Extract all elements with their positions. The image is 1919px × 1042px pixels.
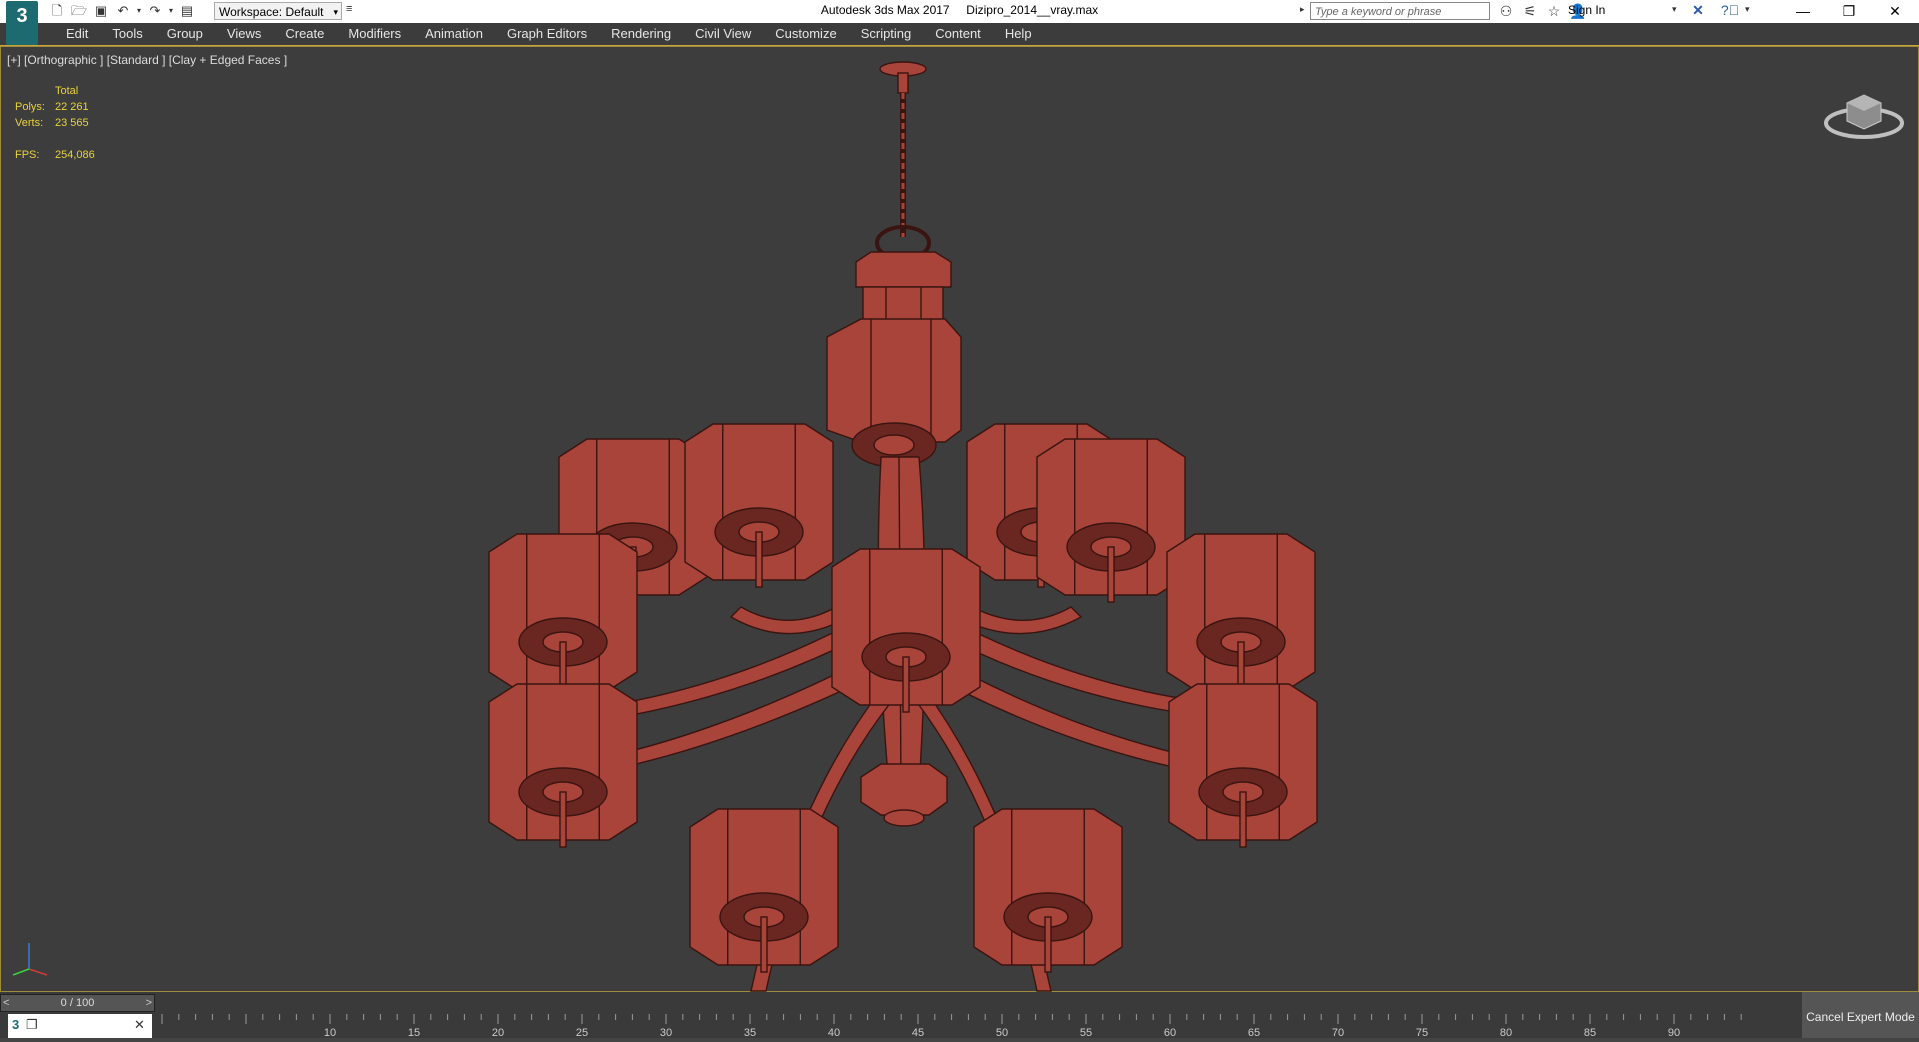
timeline-tick-label: 90 bbox=[1668, 1027, 1680, 1038]
close-small-icon[interactable]: ✕ bbox=[134, 1017, 145, 1033]
quick-access-toolbar: 🗋 🗁 ▣ ↶ ▾ ↷ ▾ ▤ bbox=[46, 2, 198, 20]
menu-item-rendering[interactable]: Rendering bbox=[599, 23, 683, 45]
timeline-tick-label: 10 bbox=[324, 1027, 336, 1038]
next-frame-button[interactable]: > bbox=[146, 995, 152, 1011]
timeline-tick-label: 45 bbox=[912, 1027, 924, 1038]
file-name: Dizipro_2014__vray.max bbox=[966, 3, 1098, 17]
menu-bar: EditToolsGroupViewsCreateModifiersAnimat… bbox=[0, 23, 1919, 46]
new-file-icon[interactable]: 🗋 bbox=[46, 2, 68, 20]
lamp-shade-9 bbox=[690, 809, 838, 972]
menu-item-views[interactable]: Views bbox=[215, 23, 273, 45]
menu-item-modifiers[interactable]: Modifiers bbox=[336, 23, 413, 45]
help-dropdown-icon[interactable]: ▾ bbox=[1745, 4, 1750, 15]
lamp-shade-2 bbox=[685, 424, 833, 587]
timeline-tick-label: 40 bbox=[828, 1027, 840, 1038]
title-bar: 3 🗋 🗁 ▣ ↶ ▾ ↷ ▾ ▤ Workspace: Default ▾ ≡… bbox=[0, 0, 1919, 23]
perspective-viewport[interactable]: [+] [Orthographic ] [Standard ] [Clay + … bbox=[0, 46, 1919, 992]
timeline-tick-label: 20 bbox=[492, 1027, 504, 1038]
minimize-icon[interactable]: — bbox=[1780, 0, 1826, 23]
help-icon[interactable]: ?⃝ bbox=[1720, 2, 1740, 20]
lamp-shade-7 bbox=[489, 684, 637, 847]
timeline-tick-label: 35 bbox=[744, 1027, 756, 1038]
timeline-bar: < 0 / 100 > 10 15 20 25 30 35 40 45 50 55 60 65 70 75… bbox=[0, 992, 1919, 1038]
close-icon[interactable]: ✕ bbox=[1872, 0, 1918, 23]
save-icon[interactable]: ▣ bbox=[90, 2, 112, 20]
chevron-down-icon: ▾ bbox=[333, 3, 338, 21]
timeline-tick-label: 70 bbox=[1332, 1027, 1344, 1038]
communication-icon[interactable]: ⚟ bbox=[1518, 2, 1542, 20]
menu-item-help[interactable]: Help bbox=[993, 23, 1044, 45]
lamp-shade-8 bbox=[1169, 684, 1317, 847]
menu-item-graph-editors[interactable]: Graph Editors bbox=[495, 23, 599, 45]
menu-item-edit[interactable]: Edit bbox=[54, 23, 100, 45]
restore-icon[interactable]: ❐ bbox=[1826, 0, 1872, 23]
cancel-expert-mode-button[interactable]: Cancel Expert Mode bbox=[1802, 992, 1919, 1038]
restore-small-icon[interactable]: ❐ bbox=[26, 1017, 38, 1033]
search-input[interactable]: Type a keyword or phrase bbox=[1310, 2, 1490, 20]
timeline-tick-label: 30 bbox=[660, 1027, 672, 1038]
timeline-tick-label: 80 bbox=[1500, 1027, 1512, 1038]
lamp-shade-5 bbox=[489, 534, 637, 697]
menu-item-animation[interactable]: Animation bbox=[413, 23, 495, 45]
undo-dropdown-icon[interactable]: ▾ bbox=[134, 2, 144, 20]
customize-toolbar-icon[interactable]: ≡ bbox=[346, 3, 352, 15]
lamp-shade-6 bbox=[1167, 534, 1315, 697]
app-title: Autodesk 3ds Max 2017 bbox=[821, 3, 950, 17]
time-slider[interactable]: < 0 / 100 > bbox=[0, 994, 155, 1012]
timeline-tick-label: 55 bbox=[1080, 1027, 1092, 1038]
sign-in-chevron-icon[interactable]: ▾ bbox=[1672, 4, 1677, 15]
scene-tab[interactable]: 3 ❐ ✕ bbox=[8, 1014, 152, 1038]
timeline-tick-label: 15 bbox=[408, 1027, 420, 1038]
lamp-shade-4 bbox=[1037, 439, 1185, 602]
timeline-tick-label: 25 bbox=[576, 1027, 588, 1038]
timeline-tick-label: 50 bbox=[996, 1027, 1008, 1038]
binoculars-icon[interactable]: ⚇ bbox=[1494, 2, 1518, 20]
lamp-shade-10 bbox=[974, 809, 1122, 972]
menu-item-tools[interactable]: Tools bbox=[100, 23, 154, 45]
menu-item-customize[interactable]: Customize bbox=[763, 23, 848, 45]
redo-dropdown-icon[interactable]: ▾ bbox=[166, 2, 176, 20]
workspace-label: Workspace: Default bbox=[219, 5, 324, 19]
sign-in-button[interactable]: Sign In bbox=[1568, 3, 1605, 17]
timeline-tick-label: 85 bbox=[1584, 1027, 1596, 1038]
timeline-tick-label: 75 bbox=[1416, 1027, 1428, 1038]
autodesk-exchange-icon[interactable]: ✕ bbox=[1688, 2, 1708, 20]
timeline-tick-label: 65 bbox=[1248, 1027, 1260, 1038]
frame-counter: 0 / 100 bbox=[1, 995, 154, 1011]
chandelier-model[interactable] bbox=[1, 47, 1919, 993]
star-icon[interactable]: ☆ bbox=[1542, 2, 1566, 20]
menu-item-create[interactable]: Create bbox=[273, 23, 336, 45]
menu-item-content[interactable]: Content bbox=[923, 23, 993, 45]
app-small-icon: 3 bbox=[12, 1017, 19, 1032]
project-folder-icon[interactable]: ▤ bbox=[176, 2, 198, 20]
app-logo-icon[interactable]: 3 bbox=[6, 1, 38, 45]
redo-icon[interactable]: ↷ bbox=[144, 2, 166, 20]
open-file-icon[interactable]: 🗁 bbox=[68, 2, 90, 20]
menu-item-civil-view[interactable]: Civil View bbox=[683, 23, 763, 45]
world-axis-icon bbox=[7, 937, 51, 981]
menu-item-scripting[interactable]: Scripting bbox=[849, 23, 924, 45]
lamp-shade-11 bbox=[832, 549, 980, 712]
menu-item-group[interactable]: Group bbox=[155, 23, 215, 45]
timeline-tick-label: 60 bbox=[1164, 1027, 1176, 1038]
timeline-ruler[interactable]: 101520253035404550556065707580859095100 bbox=[152, 1014, 1752, 1038]
workspace-dropdown[interactable]: Workspace: Default ▾ bbox=[214, 2, 342, 20]
search-expand-icon[interactable]: ▸ bbox=[1300, 4, 1305, 15]
undo-icon[interactable]: ↶ bbox=[112, 2, 134, 20]
